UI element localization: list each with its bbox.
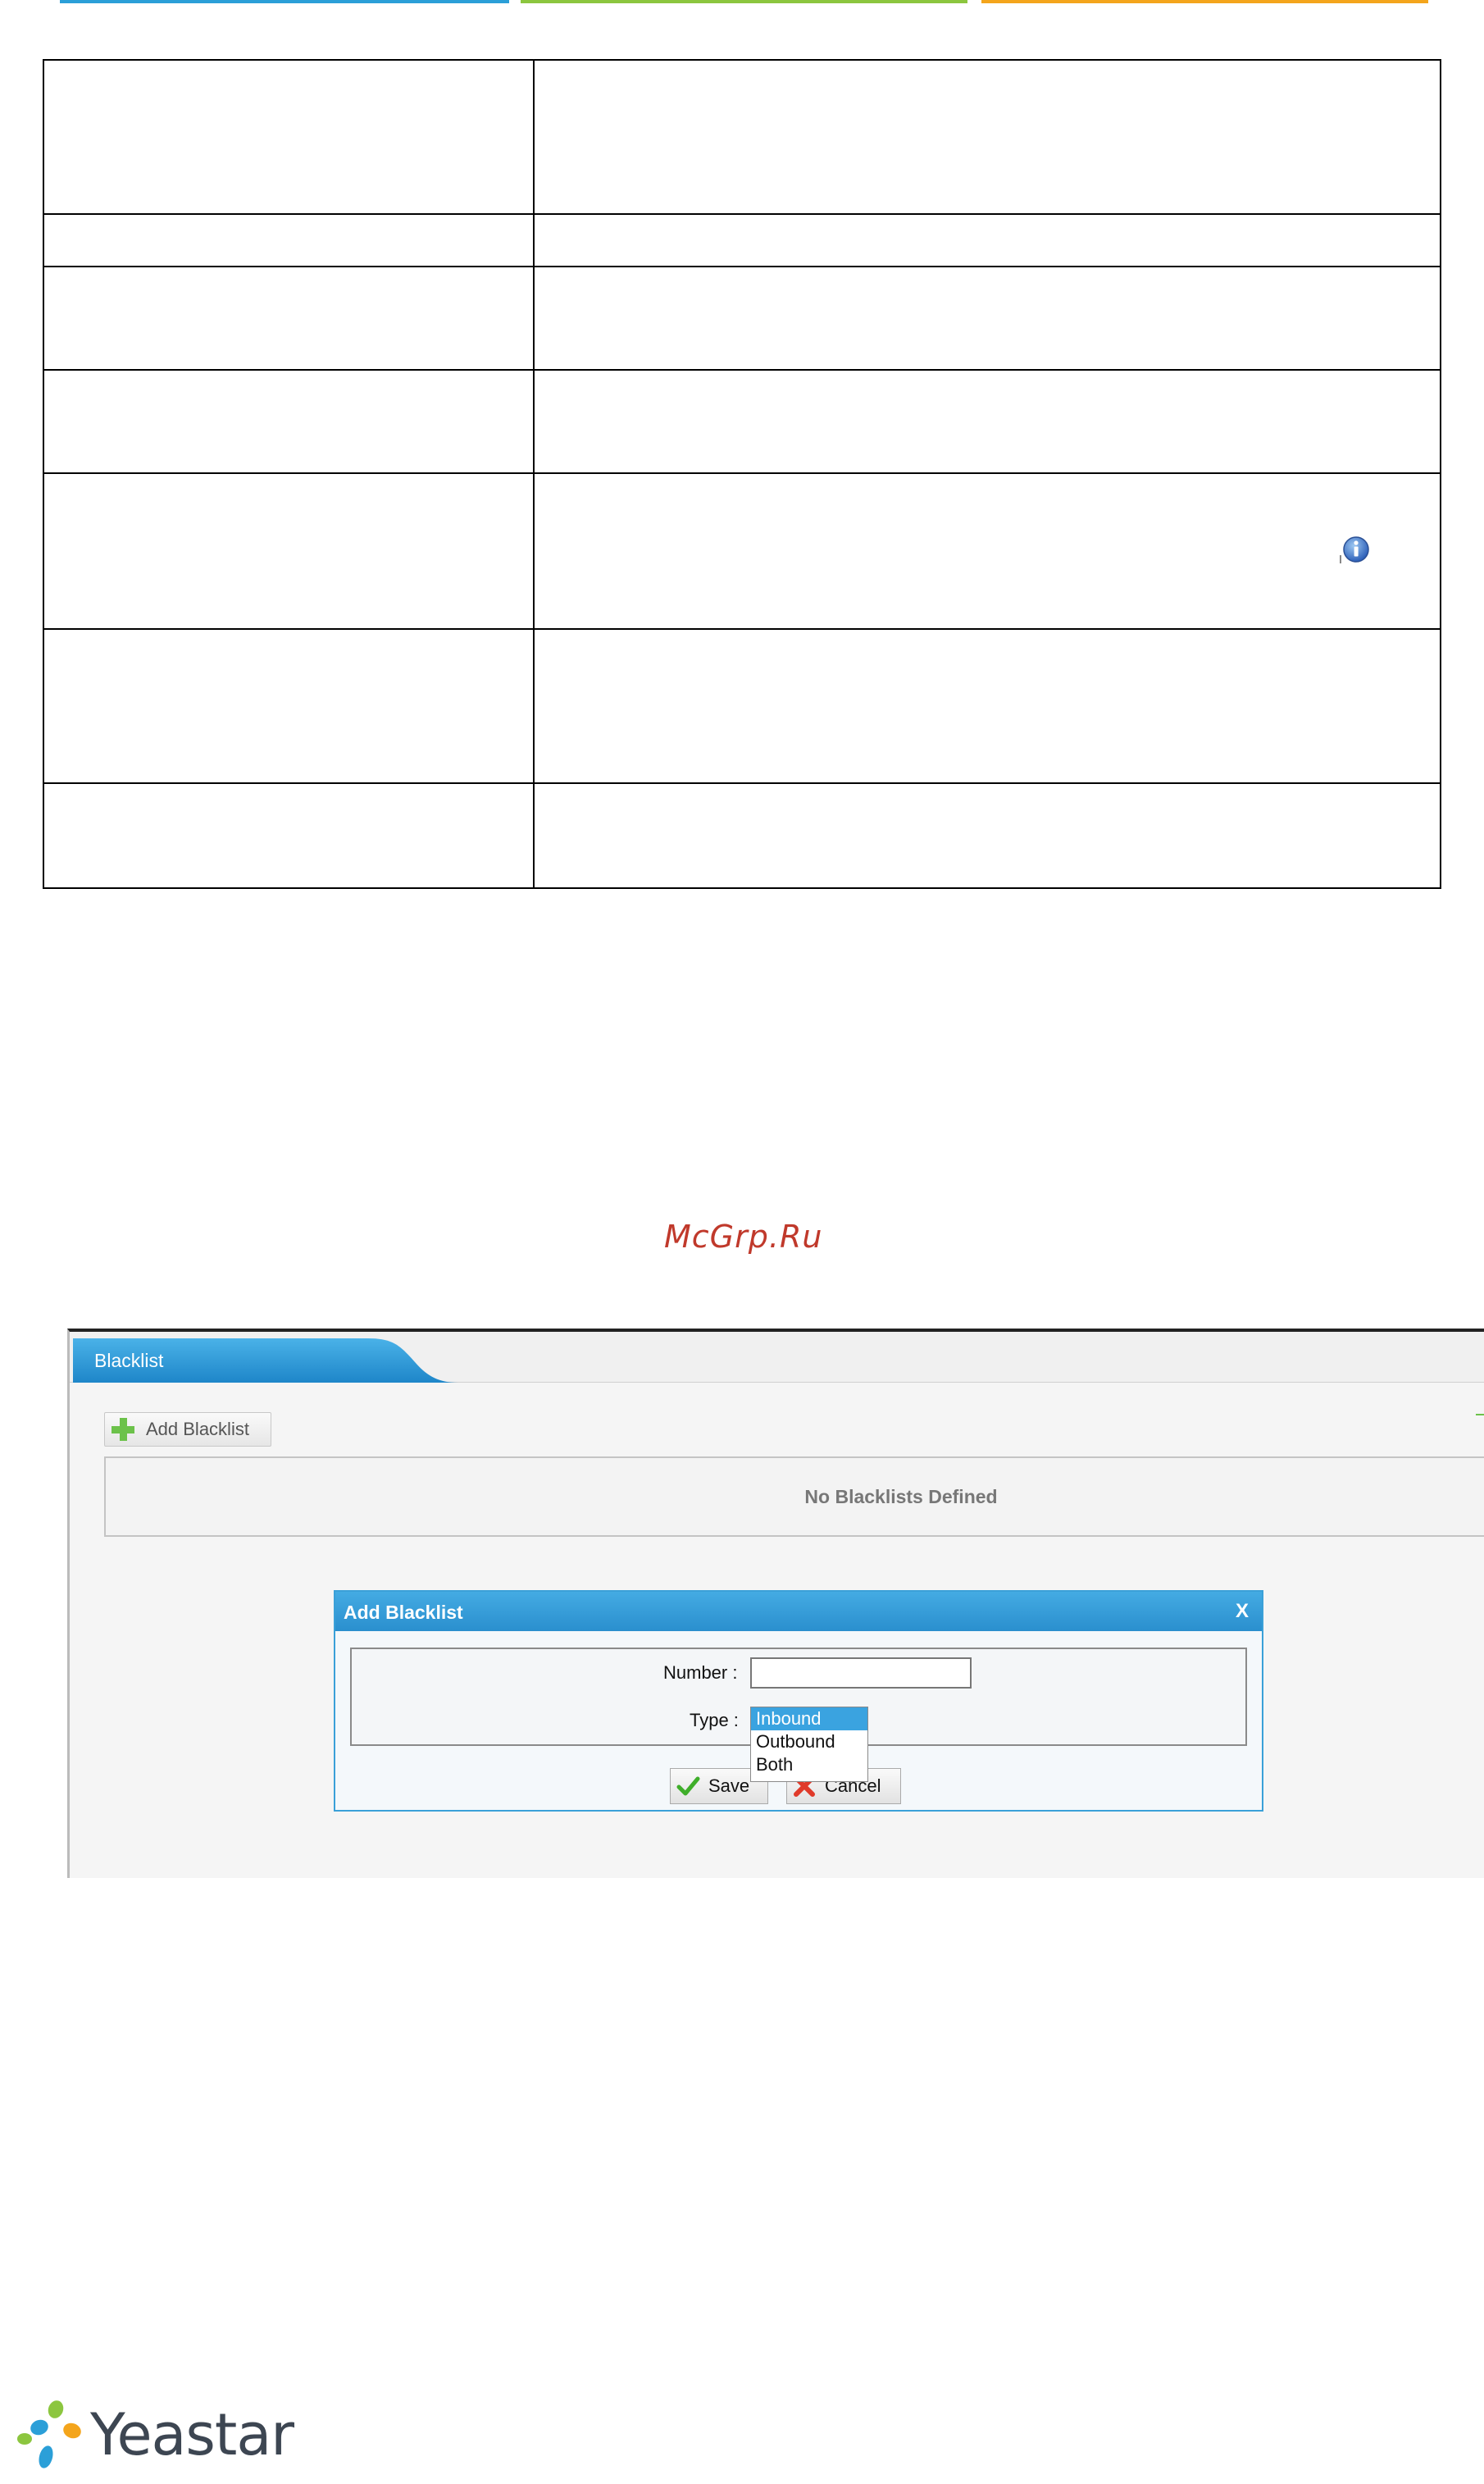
type-option-outbound[interactable]: Outbound <box>751 1730 867 1753</box>
tab-label: Blacklist <box>94 1350 164 1371</box>
tab-bar: Blacklist <box>70 1332 1484 1383</box>
check-icon <box>676 1776 700 1796</box>
table-cell <box>43 628 535 784</box>
close-icon[interactable]: X <box>1236 1600 1249 1623</box>
table-cell <box>43 266 535 371</box>
empty-message: No Blacklists Defined <box>804 1486 998 1507</box>
table-row <box>43 266 1441 371</box>
table-row <box>43 59 1441 215</box>
dialog-title: Add Blacklist <box>344 1602 463 1623</box>
type-option-both[interactable]: Both <box>751 1753 867 1776</box>
table-cell <box>533 782 1441 889</box>
table-row <box>43 628 1441 784</box>
top-rule-orange <box>981 0 1428 3</box>
logo-text: Yeastar <box>90 2401 294 2468</box>
top-rule-green <box>521 0 967 3</box>
add-blacklist-dialog: Add Blacklist X Number : Type : Inbound … <box>334 1590 1263 1812</box>
table-cell <box>533 213 1441 267</box>
watermark: McGrp.Ru <box>664 1219 823 1255</box>
type-option-inbound[interactable]: Inbound <box>751 1707 867 1730</box>
tab-blacklist[interactable]: Blacklist <box>73 1338 458 1383</box>
type-label: Type : <box>690 1710 739 1730</box>
table-cell <box>43 369 535 474</box>
table-row <box>43 213 1441 267</box>
parameter-table <box>43 59 1441 889</box>
yeastar-logo: Yeastar <box>15 2395 294 2477</box>
save-label: Save <box>708 1775 750 1796</box>
table-row <box>43 369 1441 474</box>
table-cell <box>533 266 1441 371</box>
blacklist-list: No Blacklists Defined <box>104 1456 1484 1537</box>
scroll-indicator <box>1476 1414 1484 1415</box>
table-cell <box>533 369 1441 474</box>
add-blacklist-label: Add Blacklist <box>146 1419 249 1439</box>
dialog-form: Number : Type : Inbound Outbound Both <box>350 1648 1247 1782</box>
table-cell <box>533 472 1441 630</box>
number-label: Number : <box>663 1662 738 1683</box>
plus-icon <box>108 1415 138 1444</box>
table-cell <box>43 213 535 267</box>
logo-mark-icon <box>17 2400 81 2468</box>
type-select[interactable]: Inbound Outbound Both <box>750 1707 868 1782</box>
dialog-titlebar: Add Blacklist X <box>335 1592 1262 1631</box>
table-cell <box>43 472 535 630</box>
table-cell <box>43 59 535 215</box>
info-icon[interactable] <box>1339 534 1370 565</box>
blacklist-screenshot: Blacklist Add Blacklist No Blacklists De… <box>67 1329 1484 1878</box>
table-cell <box>43 782 535 889</box>
table-cell <box>533 628 1441 784</box>
top-rule-blue <box>60 0 509 3</box>
add-blacklist-button[interactable]: Add Blacklist <box>104 1412 271 1447</box>
table-cell <box>533 59 1441 215</box>
number-input[interactable] <box>750 1657 972 1689</box>
table-row <box>43 472 1441 630</box>
table-row <box>43 782 1441 889</box>
